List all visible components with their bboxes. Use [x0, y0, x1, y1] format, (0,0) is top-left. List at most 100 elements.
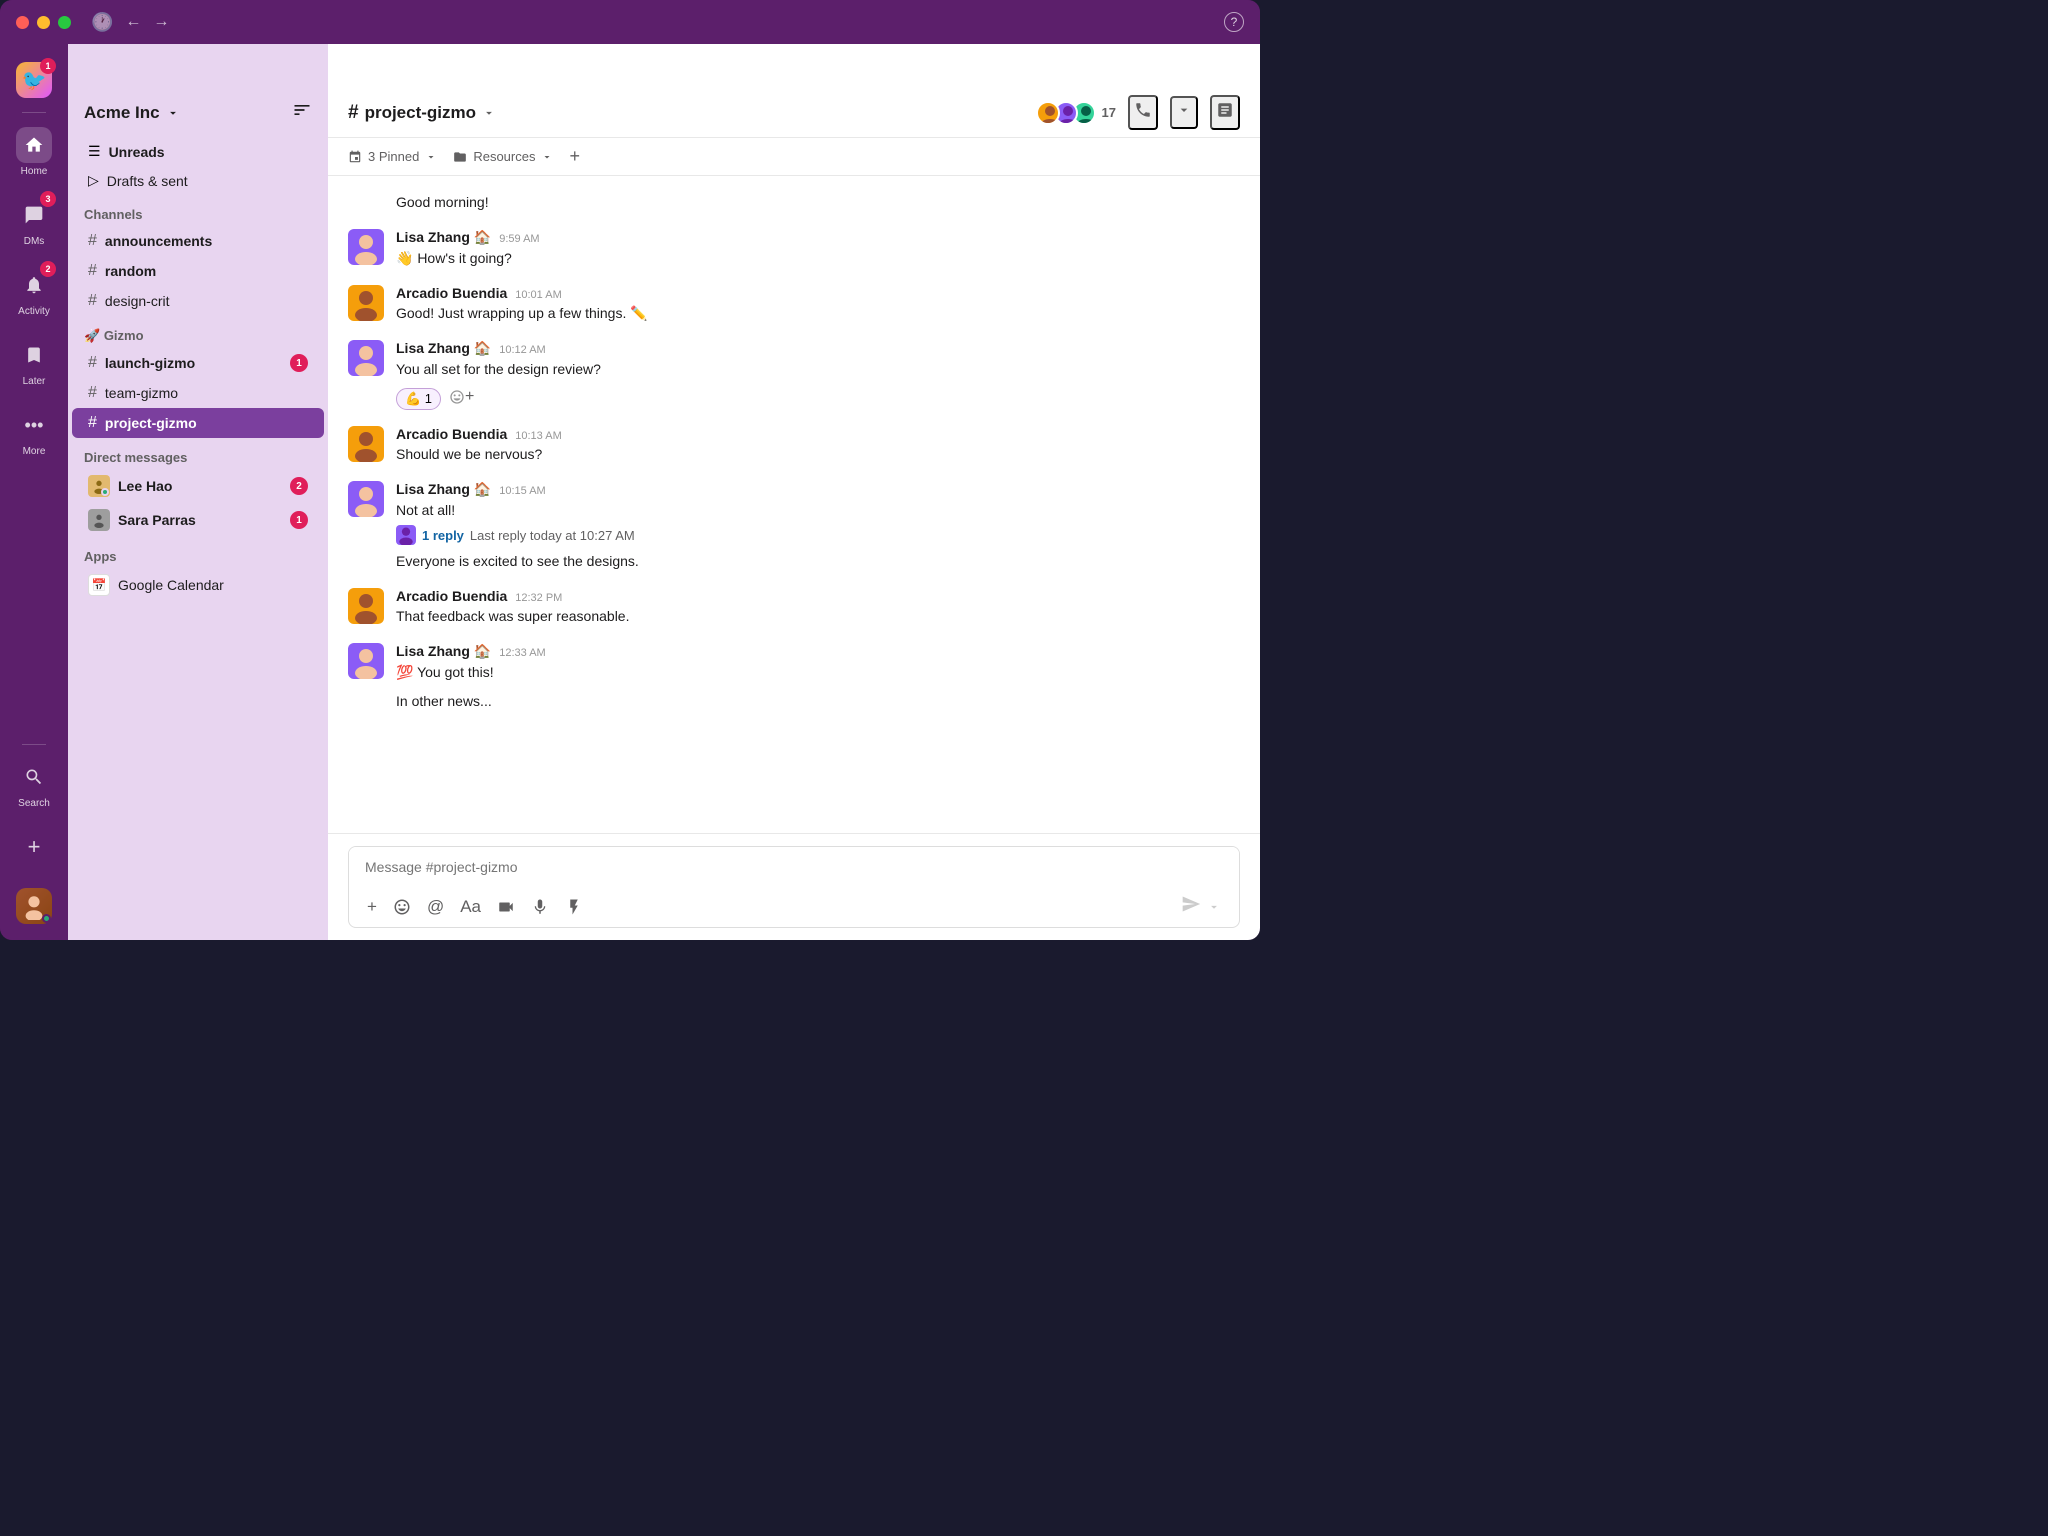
- emoji-button[interactable]: [387, 894, 417, 920]
- channel-launch-gizmo[interactable]: # launch-gizmo 1: [72, 348, 324, 378]
- more-nav-item[interactable]: ••• More: [0, 397, 68, 467]
- activity-nav-item[interactable]: 2 Activity: [0, 257, 68, 327]
- hash-icon: #: [88, 414, 97, 432]
- resources-button[interactable]: Resources: [453, 149, 553, 164]
- nav-back-button[interactable]: ←: [125, 13, 141, 31]
- channel-header-hash: #: [348, 102, 359, 124]
- message-item: Good morning!: [348, 192, 1240, 213]
- video-button[interactable]: [491, 894, 521, 920]
- user-profile-button[interactable]: [0, 878, 68, 940]
- messages-list: Good morning! Lisa Zhang 🏠 9:59 AM 👋 How…: [328, 176, 1260, 833]
- message-item: Lisa Zhang 🏠 10:12 AM You all set for th…: [348, 340, 1240, 410]
- drafts-icon: ▷: [88, 172, 99, 189]
- lisa-zhang-avatar: [348, 340, 384, 376]
- maximize-button[interactable]: [58, 16, 71, 29]
- lee-hao-avatar-container: [88, 475, 110, 497]
- attach-button[interactable]: +: [361, 893, 383, 921]
- channel-team-gizmo[interactable]: # team-gizmo: [72, 378, 324, 408]
- message-avatar-spacer: [348, 192, 384, 213]
- workspace-badge: 1: [40, 58, 56, 74]
- send-options-button[interactable]: [1201, 896, 1227, 918]
- channel-random[interactable]: # random: [72, 256, 324, 286]
- dm-sara-parras[interactable]: Sara Parras 1: [72, 503, 324, 537]
- arcadio-avatar: [348, 588, 384, 624]
- minimize-button[interactable]: [37, 16, 50, 29]
- reply-count: 1 reply: [422, 528, 464, 543]
- message-text: You all set for the design review?: [396, 359, 1240, 380]
- drafts-item[interactable]: ▷ Drafts & sent: [72, 166, 324, 195]
- lee-hao-status: [101, 488, 109, 496]
- reaction-button[interactable]: 💪 1: [396, 388, 441, 410]
- google-calendar-icon: 📅: [88, 574, 110, 596]
- message-input[interactable]: [349, 847, 1239, 887]
- dms-badge: 3: [40, 191, 56, 207]
- member-avatar-1: [1036, 101, 1060, 125]
- message-time: 10:01 AM: [515, 289, 561, 301]
- slash-command-button[interactable]: [559, 894, 589, 920]
- workspace-name[interactable]: Acme Inc: [84, 103, 180, 123]
- hash-icon: #: [88, 292, 97, 310]
- activity-label: Activity: [18, 306, 50, 317]
- help-button[interactable]: ?: [1224, 12, 1244, 32]
- audio-button[interactable]: [525, 894, 555, 920]
- app-google-calendar[interactable]: 📅 Google Calendar: [72, 568, 324, 602]
- add-icon: +: [16, 829, 52, 865]
- compose-button[interactable]: [292, 100, 312, 125]
- home-nav-item[interactable]: Home: [0, 117, 68, 187]
- arcadio-avatar: [348, 285, 384, 321]
- add-reaction-button[interactable]: +: [449, 388, 474, 406]
- unreads-item[interactable]: ☰ Unreads: [72, 137, 324, 166]
- channel-project-gizmo[interactable]: # project-gizmo: [72, 408, 324, 438]
- message-text: Not at all!: [396, 500, 1240, 521]
- message-time: 9:59 AM: [499, 233, 539, 245]
- message-time: 10:15 AM: [499, 485, 545, 497]
- format-button[interactable]: Aa: [454, 893, 487, 921]
- home-icon: [16, 127, 52, 163]
- channel-design-crit[interactable]: # design-crit: [72, 286, 324, 316]
- message-time: 10:13 AM: [515, 430, 561, 442]
- lisa-zhang-avatar: [348, 229, 384, 265]
- message-continuation: In other news...: [396, 691, 1240, 712]
- search-label: Search: [18, 798, 50, 809]
- message-item: Arcadio Buendia 10:13 AM Should we be ne…: [348, 426, 1240, 465]
- dms-nav-item[interactable]: 3 DMs: [0, 187, 68, 257]
- launch-gizmo-badge: 1: [290, 354, 308, 372]
- message-author: Arcadio Buendia: [396, 588, 507, 604]
- dm-lee-hao[interactable]: Lee Hao 2: [72, 469, 324, 503]
- message-author: Lisa Zhang 🏠: [396, 229, 491, 246]
- hash-icon: #: [88, 354, 97, 372]
- chat-header-right: 17: [1036, 95, 1240, 130]
- pinned-button[interactable]: 3 Pinned: [348, 149, 437, 164]
- members-button[interactable]: 17: [1036, 101, 1116, 125]
- channel-header-name[interactable]: # project-gizmo: [348, 102, 496, 124]
- message-author: Arcadio Buendia: [396, 285, 507, 301]
- search-icon: [16, 759, 52, 795]
- send-button[interactable]: [1181, 894, 1201, 920]
- add-nav-item[interactable]: +: [0, 819, 68, 878]
- more-actions-button[interactable]: [1170, 96, 1198, 129]
- close-button[interactable]: [16, 16, 29, 29]
- reply-avatar: [396, 525, 416, 545]
- unreads-label: Unreads: [109, 144, 165, 160]
- message-author: Arcadio Buendia: [396, 426, 507, 442]
- later-nav-item[interactable]: Later: [0, 327, 68, 397]
- mention-button[interactable]: @: [421, 893, 450, 921]
- history-icon[interactable]: 🕐: [91, 12, 113, 33]
- pinned-bar: 3 Pinned Resources +: [328, 138, 1260, 176]
- hash-icon: #: [88, 262, 97, 280]
- send-button-container: [1181, 894, 1227, 920]
- workspace-button[interactable]: 🐦 1: [0, 52, 68, 108]
- nav-forward-button[interactable]: →: [153, 13, 169, 31]
- message-text: Good morning!: [396, 192, 1240, 213]
- canvas-button[interactable]: [1210, 95, 1240, 130]
- huddle-button[interactable]: [1128, 95, 1158, 130]
- channel-announcements[interactable]: # announcements: [72, 226, 324, 256]
- gizmo-section-label: 🚀 Gizmo: [68, 316, 328, 348]
- search-nav-item[interactable]: Search: [0, 749, 68, 819]
- message-item: Lisa Zhang 🏠 12:33 AM 💯 You got this! In…: [348, 643, 1240, 712]
- message-time: 12:33 AM: [499, 647, 545, 659]
- apps-section-label: Apps: [68, 537, 328, 568]
- message-text: 💯 You got this!: [396, 662, 1240, 683]
- thread-reply-button[interactable]: 1 reply Last reply today at 10:27 AM: [396, 525, 1240, 545]
- add-tab-button[interactable]: +: [569, 146, 580, 167]
